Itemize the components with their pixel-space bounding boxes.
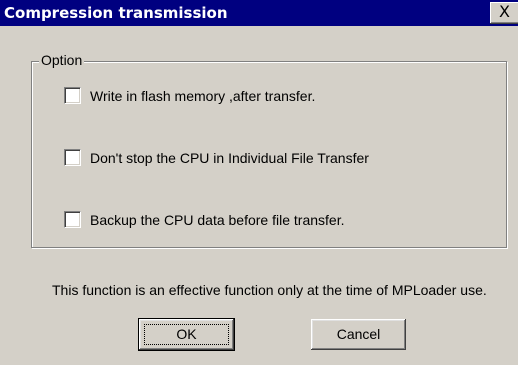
cancel-button-label: Cancel (336, 326, 381, 342)
window-title: Compression transmission (4, 4, 228, 22)
option-label[interactable]: Write in flash memory ,after transfer. (90, 88, 315, 104)
focus-ring (144, 324, 229, 345)
checkbox-backup-cpu[interactable] (64, 211, 81, 228)
close-button[interactable]: X (490, 2, 518, 24)
close-icon: X (499, 2, 510, 21)
group-legend: Option (39, 52, 85, 68)
cancel-button[interactable]: Cancel (311, 319, 406, 350)
checkbox-dont-stop-cpu[interactable] (64, 149, 81, 166)
option-label[interactable]: Backup the CPU data before file transfer… (90, 212, 344, 228)
checkbox-write-flash[interactable] (64, 87, 81, 104)
title-bar: Compression transmission X (0, 0, 518, 26)
ok-button[interactable]: OK (138, 318, 235, 351)
info-note: This function is an effective function o… (52, 282, 487, 298)
option-label[interactable]: Don't stop the CPU in Individual File Tr… (90, 150, 369, 166)
